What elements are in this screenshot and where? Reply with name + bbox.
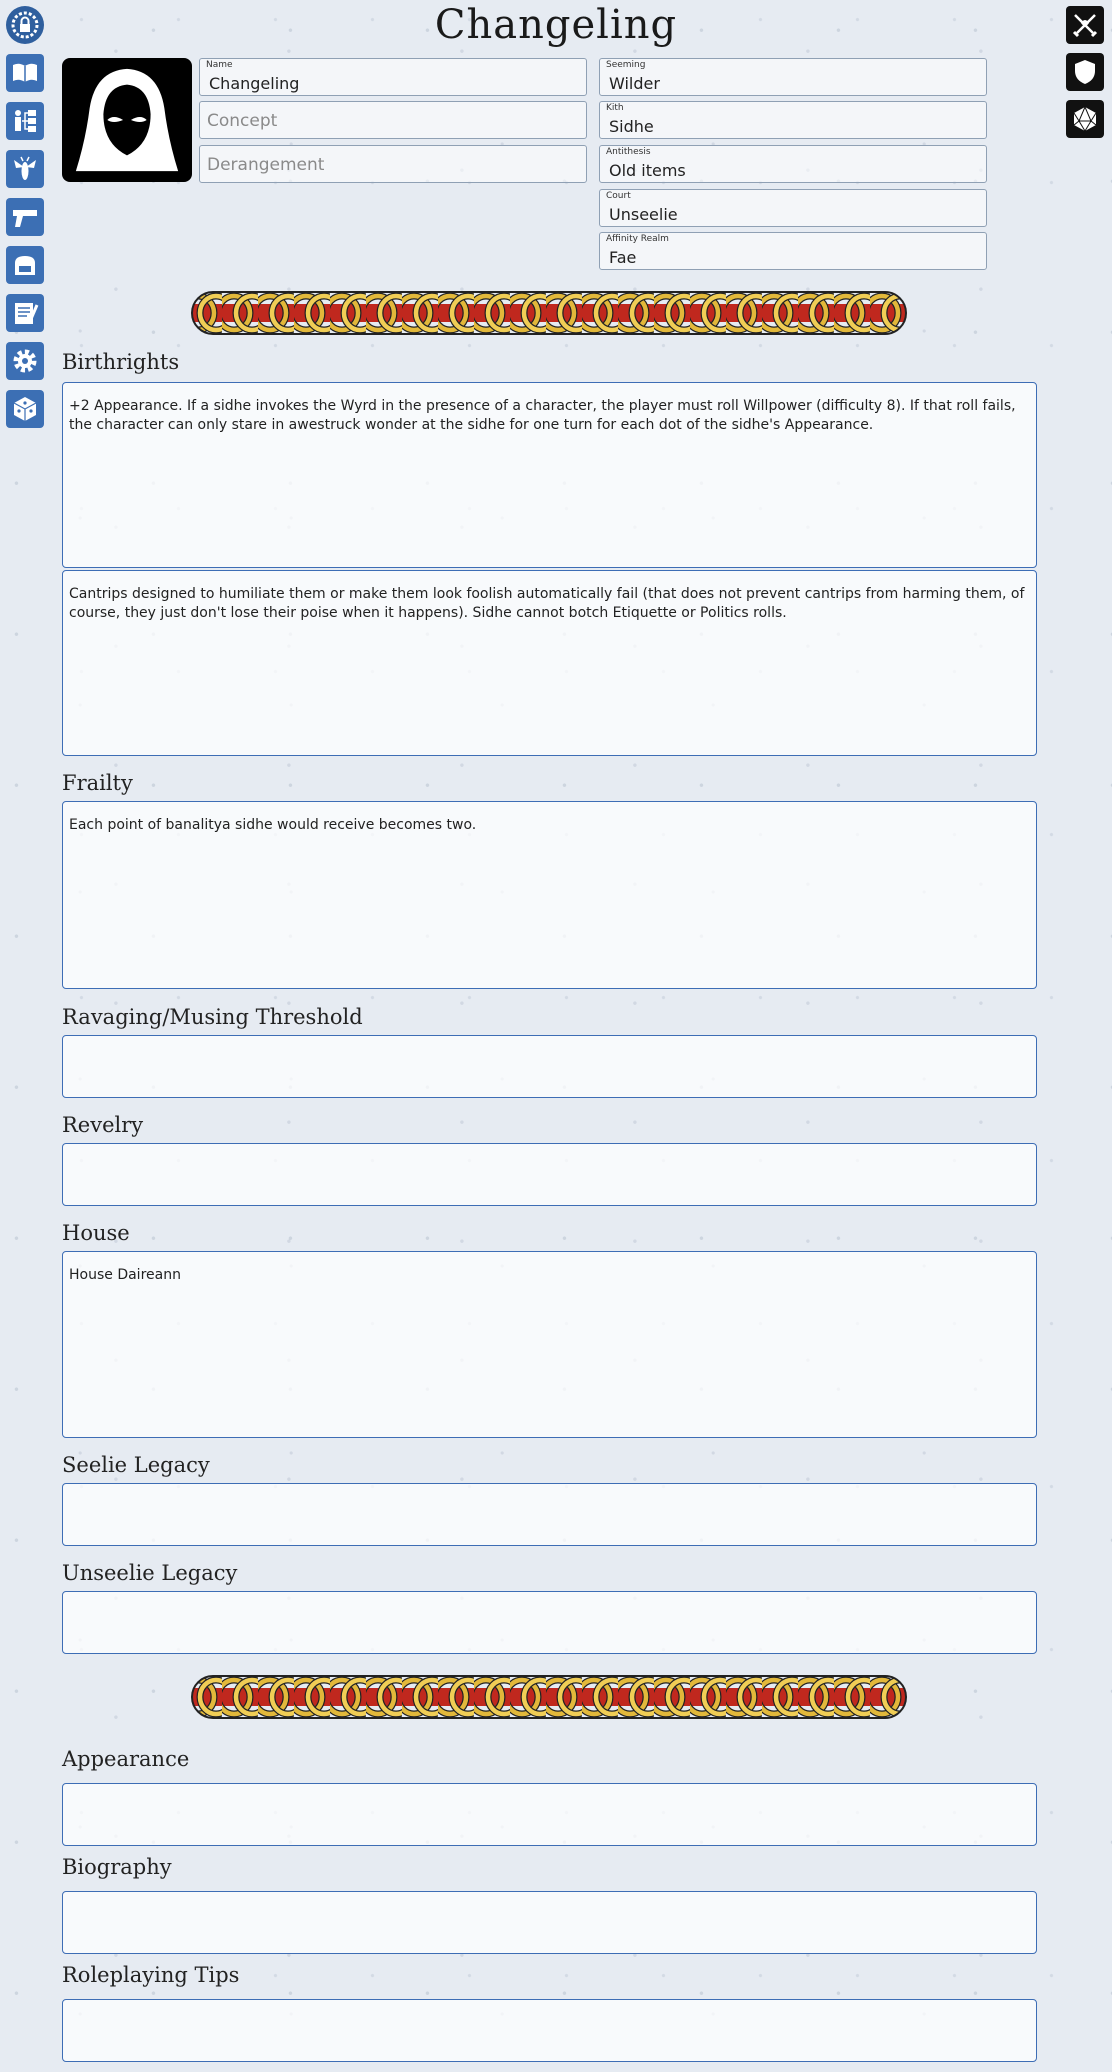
- right-nav: [1066, 6, 1104, 147]
- defense-button[interactable]: [1066, 53, 1104, 91]
- unseelie-legacy-textarea[interactable]: [62, 1591, 1037, 1654]
- derangement-placeholder: Derangement: [207, 155, 325, 175]
- lock-gear-icon: [11, 11, 39, 39]
- left-nav: [6, 6, 44, 438]
- avatar[interactable]: [62, 58, 192, 182]
- threshold-textarea[interactable]: [62, 1035, 1037, 1098]
- appearance-textarea[interactable]: [62, 1783, 1037, 1846]
- house-textarea[interactable]: House Daireann: [62, 1251, 1037, 1438]
- frailty-title: Frailty: [62, 771, 133, 795]
- nav-notes-button[interactable]: [6, 294, 44, 332]
- frailty-textarea[interactable]: Each point of banalitya sidhe would rece…: [62, 801, 1037, 989]
- book-icon: [13, 63, 37, 82]
- biography-title: Biography: [62, 1855, 172, 1879]
- concept-placeholder: Concept: [207, 111, 278, 131]
- appearance-title: Appearance: [62, 1747, 190, 1771]
- page-title: Changeling: [434, 2, 678, 48]
- crossed-swords-icon: [1072, 14, 1098, 38]
- nav-wasp-button[interactable]: [6, 150, 44, 188]
- unseelie-legacy-title: Unseelie Legacy: [62, 1561, 238, 1585]
- seeming-field[interactable]: Seeming Wilder: [599, 58, 987, 96]
- dice-icon: [13, 397, 37, 421]
- birthright-1-textarea[interactable]: +2 Appearance. If a sidhe invokes the Wy…: [62, 382, 1037, 568]
- seelie-legacy-title: Seelie Legacy: [62, 1453, 210, 1477]
- nav-weapon-button[interactable]: [6, 198, 44, 236]
- name-field[interactable]: Name Changeling: [199, 58, 587, 96]
- kith-field[interactable]: Kith Sidhe: [599, 101, 987, 139]
- combat-button[interactable]: [1066, 6, 1104, 44]
- roleplaying-tips-textarea[interactable]: [62, 1999, 1037, 2062]
- biography-textarea[interactable]: [62, 1891, 1037, 1954]
- antithesis-value: Old items: [609, 161, 686, 180]
- antithesis-field[interactable]: Antithesis Old items: [599, 145, 987, 183]
- name-label: Name: [206, 60, 233, 70]
- pistol-icon: [13, 210, 37, 227]
- threshold-title: Ravaging/Musing Threshold: [62, 1005, 363, 1029]
- antithesis-label: Antithesis: [606, 147, 651, 157]
- backpack-icon: [15, 256, 35, 275]
- nav-lock-button[interactable]: [6, 6, 44, 44]
- derangement-field[interactable]: Derangement: [199, 145, 587, 183]
- cog-icon: [13, 349, 37, 373]
- nav-dice-button[interactable]: [6, 390, 44, 428]
- affinity-realm-label: Affinity Realm: [606, 234, 669, 244]
- celtic-knot-divider: [191, 1675, 907, 1719]
- revelry-textarea[interactable]: [62, 1143, 1037, 1206]
- concept-field[interactable]: Concept: [199, 101, 587, 139]
- court-label: Court: [606, 191, 631, 201]
- nav-book-button[interactable]: [6, 54, 44, 92]
- notepad-icon: [15, 303, 39, 324]
- seeming-label: Seeming: [606, 60, 646, 70]
- flowchart-icon: [15, 110, 36, 132]
- affinity-realm-value: Fae: [609, 248, 637, 267]
- seeming-value: Wilder: [609, 74, 660, 93]
- celtic-knot-divider: [191, 291, 907, 335]
- nav-settings-button[interactable]: [6, 342, 44, 380]
- revelry-title: Revelry: [62, 1113, 144, 1137]
- birthright-2-textarea[interactable]: Cantrips designed to humiliate them or m…: [62, 570, 1037, 756]
- house-title: House: [62, 1221, 130, 1245]
- shield-icon: [1075, 60, 1095, 84]
- affinity-realm-field[interactable]: Affinity Realm Fae: [599, 232, 987, 270]
- kith-value: Sidhe: [609, 117, 654, 136]
- kith-label: Kith: [606, 103, 624, 113]
- court-field[interactable]: Court Unseelie: [599, 189, 987, 227]
- hooded-figure-icon: [75, 68, 179, 172]
- nav-flowchart-button[interactable]: [6, 102, 44, 140]
- nav-gear-bag-button[interactable]: [6, 246, 44, 284]
- birthrights-title: Birthrights: [62, 350, 180, 374]
- name-value: Changeling: [209, 74, 300, 93]
- roll-button[interactable]: [1066, 100, 1104, 138]
- roleplaying-tips-title: Roleplaying Tips: [62, 1963, 240, 1987]
- court-value: Unseelie: [609, 205, 678, 224]
- d20-dice-icon: [1073, 105, 1097, 132]
- seelie-legacy-textarea[interactable]: [62, 1483, 1037, 1546]
- wasp-icon: [14, 156, 36, 180]
